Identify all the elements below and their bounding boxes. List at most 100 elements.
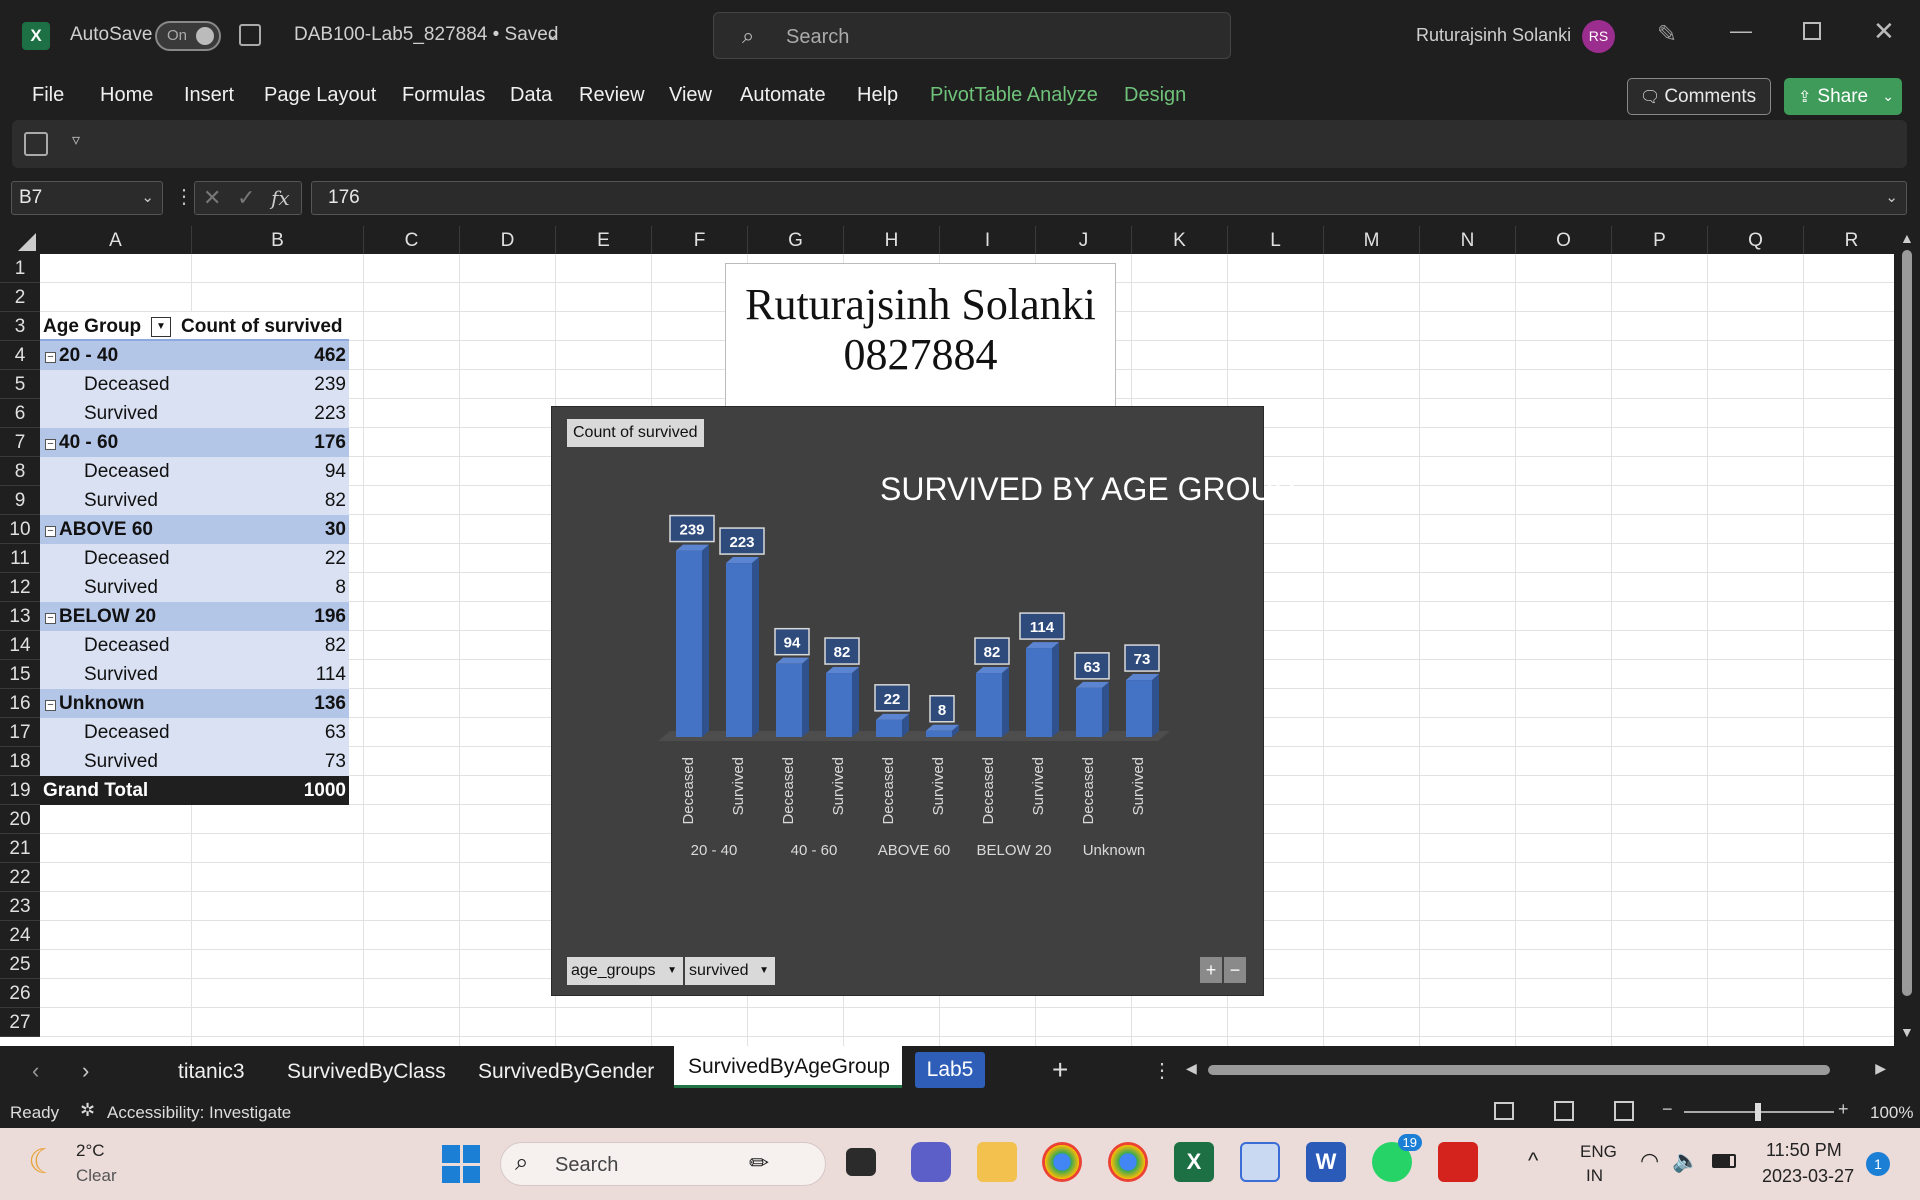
formula-input[interactable]: 176 ⌄: [311, 181, 1907, 215]
row-header-1[interactable]: 1: [0, 254, 40, 283]
row-header-6[interactable]: 6: [0, 399, 40, 428]
pivot-item-row[interactable]: Survived 82: [40, 486, 349, 515]
accessibility-status[interactable]: Accessibility: Investigate: [107, 1103, 291, 1123]
pivot-group-row[interactable]: −20 - 40 462: [40, 341, 349, 370]
row-header-15[interactable]: 15: [0, 660, 40, 689]
worksheet-grid[interactable]: ABCDEFGHIJKLMNOPQR 1 2 3 4 5 6 7 8 9 10 11 12 13 14 15…: [0, 226, 1920, 1046]
pivot-group-row[interactable]: −40 - 60 176: [40, 428, 349, 457]
tab-automate[interactable]: Automate: [740, 84, 826, 107]
battery-icon[interactable]: [1712, 1154, 1736, 1168]
pivot-item-row[interactable]: Survived 114: [40, 660, 349, 689]
weather-moon-icon[interactable]: ☾: [28, 1142, 58, 1182]
pivot-item-row[interactable]: Survived 223: [40, 399, 349, 428]
tab-home[interactable]: Home: [100, 84, 153, 107]
tab-page-layout[interactable]: Page Layout: [264, 84, 376, 107]
sheet-tab-lab5[interactable]: Lab5: [915, 1052, 985, 1088]
zoom-out-icon[interactable]: −: [1662, 1099, 1673, 1120]
row-header-12[interactable]: 12: [0, 573, 40, 602]
row-header-3[interactable]: 3: [0, 312, 40, 341]
scroll-thumb[interactable]: [1902, 250, 1912, 996]
pivot-item-row[interactable]: Deceased 239: [40, 370, 349, 399]
column-header-r[interactable]: R: [1804, 226, 1900, 254]
tab-data[interactable]: Data: [510, 84, 552, 107]
chevron-down-icon[interactable]: ⌄: [1885, 182, 1898, 214]
row-header-22[interactable]: 22: [0, 863, 40, 892]
language-2[interactable]: IN: [1586, 1166, 1603, 1186]
excel-taskbar-icon[interactable]: X: [1174, 1142, 1214, 1182]
pivot-item-row[interactable]: Survived 8: [40, 573, 349, 602]
chevron-up-icon[interactable]: ^: [1528, 1148, 1538, 1174]
pivot-group-row[interactable]: − BELOW 20 196: [40, 602, 349, 631]
volume-icon[interactable]: 🔈: [1672, 1148, 1699, 1174]
close-icon[interactable]: ✕: [1873, 16, 1895, 47]
page-break-view-icon[interactable]: [1614, 1101, 1634, 1121]
zoom-in-icon[interactable]: +: [1838, 1099, 1849, 1120]
pivot-item-row[interactable]: Survived 73: [40, 747, 349, 776]
acrobat-icon[interactable]: [1438, 1142, 1478, 1182]
pivot-group-row[interactable]: − Unknown 136: [40, 689, 349, 718]
chrome-profile-icon[interactable]: [1108, 1142, 1148, 1182]
column-header-m[interactable]: M: [1324, 226, 1420, 254]
collapse-icon[interactable]: −: [45, 613, 56, 624]
row-header-8[interactable]: 8: [0, 457, 40, 486]
collapse-icon[interactable]: −: [45, 352, 56, 363]
scroll-left-icon[interactable]: ◀: [1186, 1060, 1197, 1077]
customize-toolbar-icon[interactable]: ▿: [72, 130, 80, 150]
pen-icon[interactable]: ✎: [1657, 20, 1677, 49]
grand-total-row[interactable]: Grand Total 1000: [40, 776, 349, 805]
column-header-n[interactable]: N: [1420, 226, 1516, 254]
row-header-9[interactable]: 9: [0, 486, 40, 515]
zoom-slider-thumb[interactable]: [1755, 1103, 1761, 1121]
column-header-b[interactable]: B: [192, 226, 364, 254]
avatar[interactable]: RS: [1582, 20, 1615, 53]
minimize-icon[interactable]: —: [1730, 18, 1752, 44]
sheet-tab-titanic3[interactable]: titanic3: [178, 1060, 245, 1084]
column-header-o[interactable]: O: [1516, 226, 1612, 254]
row-header-4[interactable]: 4: [0, 341, 40, 370]
normal-view-icon[interactable]: [1494, 1102, 1514, 1120]
column-header-g[interactable]: G: [748, 226, 844, 254]
tab-help[interactable]: Help: [857, 84, 898, 107]
clock-date[interactable]: 2023-03-27: [1762, 1166, 1854, 1187]
row-header-17[interactable]: 17: [0, 718, 40, 747]
notification-badge[interactable]: 1: [1866, 1152, 1890, 1176]
horizontal-scrollbar[interactable]: ◀ ▶: [1186, 1060, 1886, 1078]
row-header-10[interactable]: 10: [0, 515, 40, 544]
row-header-26[interactable]: 26: [0, 979, 40, 1008]
row-header-27[interactable]: 27: [0, 1008, 40, 1037]
cancel-icon[interactable]: ✕: [203, 185, 221, 211]
column-header-i[interactable]: I: [940, 226, 1036, 254]
tab-pivottable-analyze[interactable]: PivotTable Analyze: [930, 84, 1098, 107]
autosave-toggle[interactable]: On: [155, 21, 221, 51]
row-header-25[interactable]: 25: [0, 950, 40, 979]
row-header-18[interactable]: 18: [0, 747, 40, 776]
row-header-11[interactable]: 11: [0, 544, 40, 573]
column-header-q[interactable]: Q: [1708, 226, 1804, 254]
row-header-16[interactable]: 16: [0, 689, 40, 718]
tab-view[interactable]: View: [669, 84, 712, 107]
column-header-k[interactable]: K: [1132, 226, 1228, 254]
more-options-icon[interactable]: ⋮: [174, 184, 194, 209]
column-header-h[interactable]: H: [844, 226, 940, 254]
column-header-e[interactable]: E: [556, 226, 652, 254]
row-header-19[interactable]: 19: [0, 776, 40, 805]
tab-insert[interactable]: Insert: [184, 84, 234, 107]
scroll-up-icon[interactable]: ▲: [1900, 230, 1914, 246]
row-header-21[interactable]: 21: [0, 834, 40, 863]
tab-design[interactable]: Design: [1124, 84, 1186, 107]
user-name[interactable]: Ruturajsinh Solanki: [1416, 25, 1571, 46]
row-header-13[interactable]: 13: [0, 602, 40, 631]
row-header-7[interactable]: 7: [0, 428, 40, 457]
file-explorer-icon[interactable]: [977, 1142, 1017, 1182]
pivot-item-row[interactable]: Deceased 22: [40, 544, 349, 573]
comments-button[interactable]: 🗨 Comments: [1627, 78, 1771, 115]
wifi-icon[interactable]: ◠: [1640, 1148, 1659, 1174]
vertical-scrollbar[interactable]: ▲ ▼: [1894, 226, 1920, 1046]
prev-sheet-icon[interactable]: ‹: [32, 1058, 39, 1084]
snipping-tool-icon[interactable]: [1240, 1142, 1280, 1182]
column-header-f[interactable]: F: [652, 226, 748, 254]
pivot-item-row[interactable]: Deceased 63: [40, 718, 349, 747]
column-header-a[interactable]: A: [40, 226, 192, 254]
insert-function-icon[interactable]: fx: [271, 186, 290, 210]
pivot-item-row[interactable]: Deceased 82: [40, 631, 349, 660]
